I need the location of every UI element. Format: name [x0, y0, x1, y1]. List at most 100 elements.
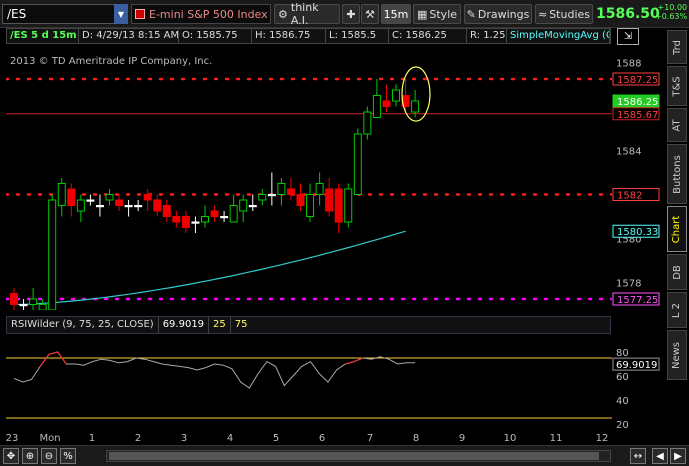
- scroll-left-button[interactable]: ◀: [652, 448, 668, 464]
- time-tick-label: Mon: [39, 433, 60, 444]
- candle: [353, 128, 362, 195]
- candle: [134, 200, 143, 211]
- bar-high: H: 1586.75: [252, 29, 326, 43]
- percent-button[interactable]: %: [60, 448, 76, 464]
- side-tab-buttons[interactable]: Buttons: [667, 144, 687, 204]
- style-button[interactable]: ▦ Style: [413, 4, 461, 24]
- think-ai-button[interactable]: ⚙ think A.I.: [274, 1, 340, 27]
- price-tick-label: 1578: [616, 279, 641, 290]
- last-price: 1586.50: [596, 6, 660, 22]
- expand-icon: ↔: [633, 450, 643, 462]
- price-tag-line: 1585.67: [612, 107, 660, 121]
- svg-text:1585.67: 1585.67: [617, 110, 658, 121]
- change-pct: +0.63%: [655, 12, 688, 21]
- candle: [95, 194, 104, 217]
- candle: [29, 288, 38, 310]
- side-tab-label: News: [671, 341, 683, 369]
- side-tab-chart[interactable]: Chart: [667, 206, 687, 252]
- candle: [19, 299, 28, 310]
- time-tick-label: 7: [367, 433, 373, 444]
- symbol-text: /ES: [7, 7, 27, 21]
- chevron-left-icon: ◀: [656, 450, 664, 462]
- rsi-overbought: 75: [234, 319, 248, 330]
- scroll-right-button[interactable]: ▶: [670, 448, 686, 464]
- collapse-panel-button[interactable]: ⇲: [617, 28, 639, 45]
- candle: [248, 194, 257, 211]
- candle: [229, 194, 238, 223]
- candle: [76, 194, 85, 222]
- svg-text:69.9019: 69.9019: [616, 360, 657, 371]
- bar-range: R: 1.25: [467, 29, 507, 43]
- zoom-out-button[interactable]: ⊖: [41, 448, 57, 464]
- rsi-oversold: 25: [209, 317, 231, 333]
- price-chart[interactable]: 2013 © TD Ameritrade IP Company, Inc.: [6, 46, 612, 310]
- candle: [277, 178, 286, 206]
- drawings-button[interactable]: ✎ Drawings: [464, 4, 532, 24]
- side-tab-at[interactable]: AT: [667, 108, 687, 142]
- time-tick-label: 23: [6, 433, 19, 444]
- symbol-period[interactable]: /ES 5 d 15m: [7, 29, 79, 43]
- pan-icon: ✥: [6, 450, 16, 462]
- rsi-tick-label: 40: [616, 396, 629, 407]
- price-tag-support: 1577.25: [612, 292, 660, 306]
- price-scale[interactable]: 1588158615841582158015781587.251586.2515…: [612, 46, 662, 430]
- symbol-dropdown-button[interactable]: ▼: [114, 4, 128, 24]
- wrench-button[interactable]: ⚒: [361, 4, 379, 24]
- sma-line: [13, 230, 406, 306]
- candle: [191, 216, 200, 233]
- rsi-tick-label: 80: [616, 348, 629, 359]
- price-change: +10.00 +0.63%: [655, 3, 687, 21]
- side-tab-db[interactable]: DB: [667, 254, 687, 290]
- time-tick-label: 3: [181, 433, 187, 444]
- timeframe-label: 15m: [383, 7, 409, 21]
- watermark: 2013 © TD Ameritrade IP Company, Inc.: [10, 56, 212, 67]
- candle: [315, 172, 324, 206]
- bar-low: L: 1585.5: [326, 29, 389, 43]
- candle: [344, 183, 353, 228]
- rsi-current-tag: 69.9019: [612, 357, 660, 371]
- side-tab-l2[interactable]: L 2: [667, 292, 687, 328]
- candle: [392, 84, 400, 107]
- time-axis[interactable]: 23 Mon 1 2 3 4 5 6 7 8 9 10 11 12: [0, 430, 612, 444]
- expand-button[interactable]: ↔: [630, 448, 646, 464]
- collapse-icon: ⇲: [623, 31, 633, 42]
- candle: [239, 194, 248, 222]
- horizontal-scrollbar[interactable]: [106, 450, 611, 462]
- side-tab-trd[interactable]: Trd: [667, 30, 687, 64]
- pan-button[interactable]: ✥: [3, 448, 19, 464]
- candle: [181, 211, 190, 233]
- candle: [57, 178, 66, 217]
- timeframe-button[interactable]: 15m: [381, 4, 411, 24]
- zoom-in-button[interactable]: ⊕: [22, 448, 38, 464]
- time-tick-label: 1: [89, 433, 95, 444]
- studies-label: Studies: [549, 7, 591, 21]
- svg-text:1586.25: 1586.25: [617, 97, 658, 108]
- side-tab-news[interactable]: News: [667, 330, 687, 380]
- candle: [363, 106, 372, 140]
- rsi-overbought-segment: [345, 357, 364, 365]
- scrollbar-thumb[interactable]: [109, 452, 599, 460]
- level-lines: [6, 77, 612, 301]
- style-icon: ▦: [416, 7, 428, 21]
- studies-button[interactable]: ≈ Studies: [535, 4, 593, 24]
- rsi-label[interactable]: RSIWilder (9, 75, 25, CLOSE): [7, 317, 159, 333]
- symbol-input[interactable]: /ES: [2, 4, 128, 24]
- time-tick-label: 2: [135, 433, 141, 444]
- change-abs: +10.00: [657, 3, 688, 12]
- crosshair-button[interactable]: ✚: [342, 4, 360, 24]
- time-axis-labels: 23 Mon 1 2 3 4 5 6 7 8 9 10 11 12: [6, 433, 609, 444]
- candle: [86, 194, 95, 206]
- candle: [296, 183, 305, 211]
- candle: [10, 288, 18, 310]
- rsi-line: [6, 351, 612, 419]
- zoom-in-icon: ⊕: [25, 450, 35, 462]
- rsi-chart[interactable]: [6, 334, 612, 430]
- time-tick-label: 6: [319, 433, 325, 444]
- candle: [105, 189, 114, 206]
- side-tabs: Trd T&S AT Buttons Chart DB L 2 News: [665, 30, 689, 460]
- study-label[interactable]: SimpleMovingAvg (CLOSE, 50...: [507, 29, 610, 43]
- side-tab-label: T&S: [671, 75, 683, 97]
- rsi-series: [13, 351, 416, 389]
- candle: [38, 299, 47, 310]
- side-tab-ts[interactable]: T&S: [667, 66, 687, 106]
